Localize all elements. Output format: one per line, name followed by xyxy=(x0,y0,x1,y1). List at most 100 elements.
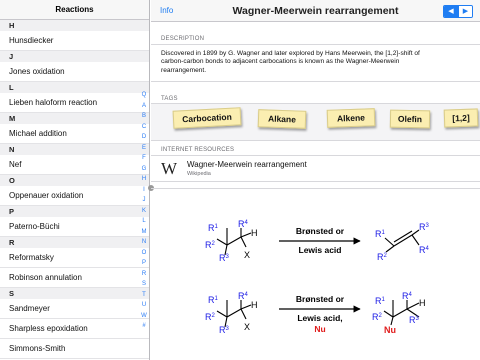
list-item[interactable]: Hunsdiecker xyxy=(0,31,149,51)
bond xyxy=(216,310,228,318)
list-item[interactable]: Jones oxidation xyxy=(0,62,149,82)
section-header: H xyxy=(0,20,149,31)
substituent-label: R4 xyxy=(402,291,413,301)
section-header: L xyxy=(0,82,149,93)
resource-title: Wagner-Meerwein rearrangement xyxy=(187,160,307,169)
atom-label: X xyxy=(244,250,250,260)
bond xyxy=(226,308,242,318)
page-title: Wagner-Meerwein rearrangement xyxy=(232,5,399,17)
right-triangle-icon[interactable]: ▶ xyxy=(458,6,472,17)
list-item[interactable]: Simmons-Smith xyxy=(0,339,149,359)
list-item[interactable]: Robinson annulation xyxy=(0,268,149,288)
substituent-label: R3 xyxy=(419,222,430,232)
bond xyxy=(240,308,247,320)
bond xyxy=(385,245,395,253)
index-letter[interactable]: O xyxy=(138,248,149,259)
atom-label: H xyxy=(251,300,258,310)
nucleophile-label: Nu xyxy=(384,325,396,335)
index-letter[interactable]: C xyxy=(138,122,149,133)
bond xyxy=(216,238,228,246)
index-letter[interactable]: L xyxy=(138,216,149,227)
reaction-1: R1 R2 R3 R4 H X Brønsted or Lewis acid R… xyxy=(205,219,430,263)
tag-olefin[interactable]: Olefin xyxy=(389,109,431,129)
reaction-scheme: R1 R2 R3 R4 H X Brønsted or Lewis acid R… xyxy=(205,219,430,335)
index-letter[interactable]: R xyxy=(138,269,149,280)
index-letter[interactable]: T xyxy=(138,290,149,301)
index-letter[interactable]: W xyxy=(138,311,149,322)
tag-1-2[interactable]: [1,2] xyxy=(443,108,479,128)
bond xyxy=(240,304,252,310)
reaction-2: R1 R2 R3 R4 H X Brønsted or Lewis acid, … xyxy=(205,291,426,335)
list-item[interactable]: Paterno-Büchi xyxy=(0,217,149,237)
index-letter[interactable]: H xyxy=(138,174,149,185)
index-letter[interactable]: A xyxy=(138,101,149,112)
index-letter[interactable]: E xyxy=(138,143,149,154)
index-letter[interactable]: # xyxy=(138,321,149,332)
substituent-label: R4 xyxy=(238,219,249,229)
bond xyxy=(240,232,252,238)
alphabet-index[interactable]: Q A B C D E F G H I J K L M N O P R S T U W # xyxy=(138,90,149,332)
bond xyxy=(411,234,420,246)
reaction-condition: Brønsted or xyxy=(296,226,345,236)
list-item[interactable]: Reformatsky xyxy=(0,248,149,268)
atom-label: X xyxy=(244,322,250,332)
index-letter[interactable]: G xyxy=(138,164,149,175)
list-item[interactable]: Michael addition xyxy=(0,124,149,144)
bond xyxy=(240,236,247,248)
tags-area: Carbocation Alkane Alkene Olefin [1,2] xyxy=(151,103,480,141)
list-item[interactable]: Sharpless epoxidation xyxy=(0,319,149,339)
list-item[interactable]: Sandmeyer xyxy=(0,299,149,319)
resource-source: Wikipedia xyxy=(187,171,211,177)
bond xyxy=(411,229,420,236)
bond xyxy=(226,236,242,246)
list-item[interactable]: Nef xyxy=(0,155,149,175)
wikipedia-w-icon: W xyxy=(161,159,178,178)
substituent-label: R1 xyxy=(208,295,219,305)
substituent-label: R3 xyxy=(219,253,230,263)
sidebar-title: Reactions xyxy=(0,0,149,20)
substituent-label: R1 xyxy=(208,223,219,233)
index-letter[interactable]: F xyxy=(138,153,149,164)
index-letter[interactable]: P xyxy=(138,258,149,269)
left-triangle-icon[interactable]: ◀ xyxy=(444,6,458,17)
index-letter[interactable]: Q xyxy=(138,90,149,101)
description-section-label: DESCRIPTION xyxy=(161,36,205,42)
description-line: Discovered in 1899 by G. Wagner and late… xyxy=(161,50,420,57)
reaction-condition: Lewis acid, xyxy=(297,313,342,323)
navigation-bar: Info Wagner-Meerwein rearrangement ◀ ▶ xyxy=(151,0,480,22)
substituent-label: R1 xyxy=(375,296,386,306)
index-letter[interactable]: N xyxy=(138,237,149,248)
index-letter[interactable]: D xyxy=(138,132,149,143)
tag-carbocation[interactable]: Carbocation xyxy=(172,107,242,129)
reactant-2-structure: R1 R2 R3 R4 H X xyxy=(205,291,258,335)
index-letter[interactable]: M xyxy=(138,227,149,238)
description-line: rearrangement. xyxy=(161,66,207,74)
wikipedia-resource-row[interactable]: W Wagner-Meerwein rearrangement Wikipedi… xyxy=(151,155,480,182)
index-letter[interactable]: J xyxy=(138,195,149,206)
detail-pane: Info Wagner-Meerwein rearrangement ◀ ▶ D… xyxy=(148,0,480,360)
substituent-label: R2 xyxy=(377,252,388,262)
reactant-1-structure: R1 R2 R3 R4 H X xyxy=(205,219,258,263)
index-letter[interactable]: U xyxy=(138,300,149,311)
index-letter[interactable]: S xyxy=(138,279,149,290)
tags-section-label: TAGS xyxy=(161,96,178,102)
bond xyxy=(384,237,395,247)
tag-alkene[interactable]: Alkene xyxy=(326,108,376,128)
reaction-condition: Lewis acid xyxy=(299,245,342,255)
bond xyxy=(406,302,420,310)
bond xyxy=(390,316,394,326)
list-item[interactable]: Oppenauer oxidation xyxy=(0,186,149,206)
product-2-structure: R1 R2 R3 R4 H Nu xyxy=(372,291,426,335)
prev-next-segmented-control[interactable]: ◀ ▶ xyxy=(443,5,473,18)
reaction-condition: Brønsted or xyxy=(296,294,345,304)
tag-alkane[interactable]: Alkane xyxy=(257,109,307,129)
section-header: N xyxy=(0,144,149,155)
list-item[interactable]: Lieben haloform reaction xyxy=(0,93,149,113)
index-letter[interactable]: K xyxy=(138,206,149,217)
atom-label: H xyxy=(251,228,258,238)
nucleophile-label: Nu xyxy=(314,324,325,334)
resources-section-label: INTERNET RESOURCES xyxy=(161,147,235,153)
section-header: O xyxy=(0,175,149,186)
index-letter[interactable]: B xyxy=(138,111,149,122)
section-header: J xyxy=(0,51,149,62)
